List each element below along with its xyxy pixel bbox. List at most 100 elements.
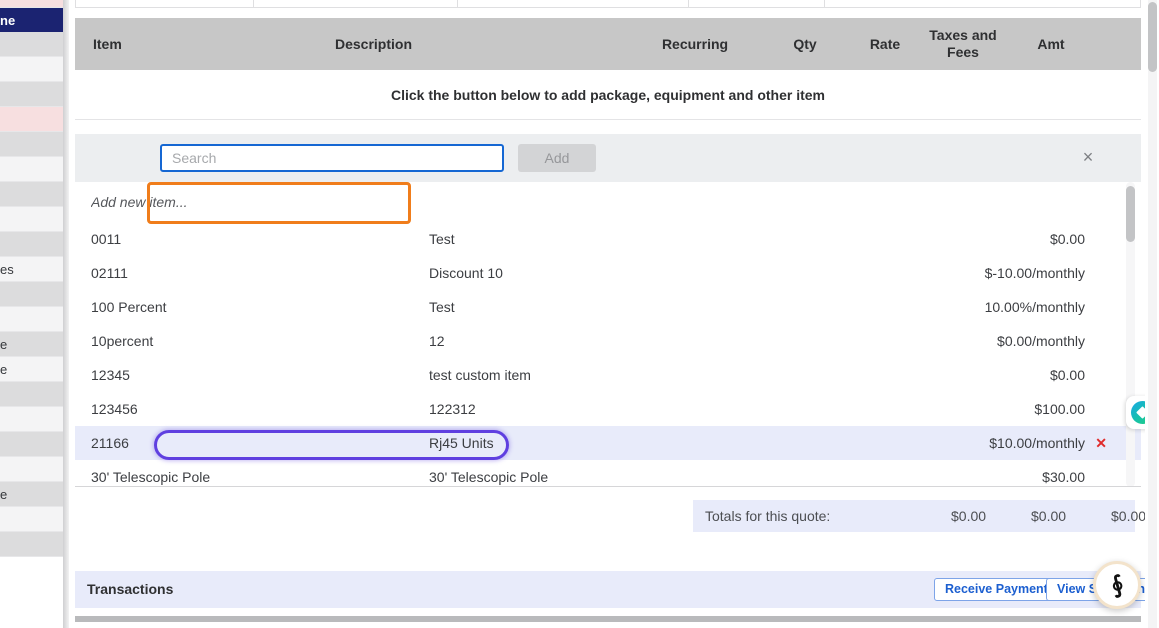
background-list-row[interactable] bbox=[0, 282, 63, 307]
background-list-row[interactable] bbox=[0, 182, 63, 207]
transactions-section: Transactions Receive Payment View Statem… bbox=[75, 571, 1159, 608]
item-search-bar: Add × bbox=[75, 134, 1141, 182]
dropdown-item-row[interactable]: 0011 Test $0.00 bbox=[75, 222, 1141, 256]
background-list-row[interactable] bbox=[0, 207, 63, 232]
dropdown-item-price: $10.00/monthly bbox=[989, 435, 1085, 451]
background-list-row[interactable] bbox=[0, 507, 63, 532]
background-list-row[interactable] bbox=[0, 307, 63, 332]
column-header-desc: Description bbox=[335, 35, 413, 52]
dropdown-item-description: 122312 bbox=[429, 401, 476, 417]
add-button[interactable]: Add bbox=[518, 144, 596, 172]
dropdown-item-code: 100 Percent bbox=[91, 299, 167, 315]
background-list-row[interactable] bbox=[0, 532, 63, 557]
dropdown-item-price: $0.00/monthly bbox=[997, 333, 1085, 349]
totals-value: $0.00 bbox=[1031, 508, 1067, 524]
totals-label: Totals for this quote: bbox=[705, 508, 831, 524]
item-results-dropdown[interactable]: Add new item... 0011 Test $0.00 02111 Discoun… bbox=[75, 182, 1141, 487]
dropdown-item-code: 30' Telescopic Pole bbox=[91, 469, 211, 485]
dropdown-item-description: 12 bbox=[429, 333, 445, 349]
background-list-row[interactable] bbox=[0, 232, 63, 257]
background-list-row[interactable] bbox=[0, 407, 63, 432]
remnant-cell bbox=[825, 0, 1140, 7]
dropdown-item-price: 10.00%/monthly bbox=[984, 299, 1085, 315]
page-scrollbar-thumb[interactable] bbox=[1148, 2, 1157, 72]
dropdown-item-price: $0.00 bbox=[1049, 367, 1085, 383]
background-list-row[interactable]: e bbox=[0, 332, 63, 357]
background-list-row[interactable] bbox=[0, 32, 63, 57]
page-scrollbar-track[interactable] bbox=[1148, 0, 1157, 628]
remnant-cell bbox=[254, 0, 458, 7]
column-header-recurring: Recurring bbox=[661, 35, 729, 52]
dropdown-item-code: 0011 bbox=[91, 231, 122, 247]
items-empty-hint: Click the button below to add package, e… bbox=[75, 70, 1141, 120]
background-list-row[interactable]: e bbox=[0, 482, 63, 507]
dropdown-item-price: $30.00 bbox=[1042, 469, 1085, 485]
background-list-row[interactable]: ne bbox=[0, 8, 63, 32]
background-list-row[interactable] bbox=[0, 157, 63, 182]
dropdown-item-row[interactable]: 123456 122312 $100.00 bbox=[75, 392, 1141, 426]
form-table-remnant bbox=[75, 0, 1141, 8]
remnant-cell bbox=[689, 0, 825, 7]
quote-totals-row: Totals for this quote: $0.00 $0.00 $0.00 bbox=[693, 500, 1146, 532]
background-record-list: ne es e e e bbox=[0, 0, 63, 628]
dropdown-item-row[interactable]: 10percent 12 $0.00/monthly bbox=[75, 324, 1141, 358]
background-list-row-label: e bbox=[0, 361, 8, 377]
dropdown-item-description: Discount 10 bbox=[429, 265, 503, 281]
background-list-row[interactable] bbox=[0, 557, 63, 628]
items-table-header: Item Description Recurring Qty Rate Taxes and… bbox=[75, 18, 1141, 70]
dropdown-item-description: test custom item bbox=[429, 367, 531, 383]
receive-payment-button[interactable]: Receive Payment bbox=[934, 578, 1059, 601]
dropdown-item-code: 10percent bbox=[91, 333, 154, 349]
close-icon[interactable]: × bbox=[1077, 146, 1099, 168]
dropdown-item-remove-icon[interactable]: ✕ bbox=[1095, 435, 1107, 452]
dropdown-item-row[interactable]: 21166 Rj45 Units $10.00/monthly ✕ bbox=[75, 426, 1141, 460]
background-list-row[interactable] bbox=[0, 432, 63, 457]
background-list-row[interactable] bbox=[0, 57, 63, 82]
background-list-row[interactable] bbox=[0, 82, 63, 107]
page-backdrop: ne es e e e Item Description Recurring Qty Rate T… bbox=[0, 0, 1159, 628]
footer-divider bbox=[75, 616, 1141, 622]
dropdown-add-new-item[interactable]: Add new item... bbox=[75, 182, 1141, 222]
background-list-row[interactable] bbox=[0, 457, 63, 482]
background-list-row[interactable] bbox=[0, 0, 63, 8]
background-list-row[interactable] bbox=[0, 107, 63, 132]
dropdown-item-code: 21166 bbox=[91, 435, 129, 451]
background-list-row[interactable] bbox=[0, 132, 63, 157]
dropdown-item-price: $-10.00/monthly bbox=[984, 265, 1085, 281]
dropdown-item-code: 12345 bbox=[91, 367, 130, 383]
dropdown-add-new-label: Add new item... bbox=[91, 194, 188, 210]
dropdown-item-price: $0.00 bbox=[1049, 231, 1085, 247]
background-list-row-label: e bbox=[0, 486, 8, 502]
dropdown-item-description: 30' Telescopic Pole bbox=[429, 469, 549, 485]
background-list-row-label: es bbox=[0, 261, 14, 277]
dropdown-item-description: Test bbox=[429, 299, 455, 315]
dropdown-item-code: 02111 bbox=[91, 265, 128, 281]
column-header-amt: Amt bbox=[1037, 35, 1065, 52]
transactions-title: Transactions bbox=[87, 581, 174, 597]
column-header-qty: Qty bbox=[793, 35, 817, 52]
dropdown-item-code: 123456 bbox=[91, 401, 138, 417]
dropdown-item-row[interactable]: 02111 Discount 10 $-10.00/monthly bbox=[75, 256, 1141, 290]
dropdown-scrollbar-thumb[interactable] bbox=[1126, 186, 1135, 242]
remnant-cell bbox=[76, 0, 254, 7]
help-launcher-glyph: ∮ bbox=[1106, 570, 1128, 599]
background-list-row-label: e bbox=[0, 336, 8, 352]
dropdown-item-row[interactable]: 12345 test custom item $0.00 bbox=[75, 358, 1141, 392]
dropdown-item-price: $100.00 bbox=[1034, 401, 1085, 417]
dropdown-item-row[interactable]: 30' Telescopic Pole 30' Telescopic Pole $3… bbox=[75, 460, 1141, 486]
background-list-row[interactable] bbox=[0, 382, 63, 407]
background-list-row[interactable]: e bbox=[0, 357, 63, 382]
totals-value: $0.00 bbox=[1111, 508, 1147, 524]
dropdown-item-description: Rj45 Units bbox=[429, 435, 494, 451]
column-header-item: Item bbox=[93, 35, 122, 52]
search-input[interactable] bbox=[160, 144, 504, 172]
dropdown-item-description: Test bbox=[429, 231, 455, 247]
quote-items-panel: Item Description Recurring Qty Rate Taxes and… bbox=[69, 0, 1159, 628]
column-header-taxes: Taxes and Fees bbox=[929, 27, 997, 60]
remnant-cell bbox=[458, 0, 689, 7]
totals-value: $0.00 bbox=[951, 508, 987, 524]
help-launcher-icon[interactable]: ∮ bbox=[1093, 561, 1141, 609]
background-list-row[interactable]: es bbox=[0, 257, 63, 282]
dropdown-item-row[interactable]: 100 Percent Test 10.00%/monthly bbox=[75, 290, 1141, 324]
column-header-rate: Rate bbox=[869, 35, 901, 52]
